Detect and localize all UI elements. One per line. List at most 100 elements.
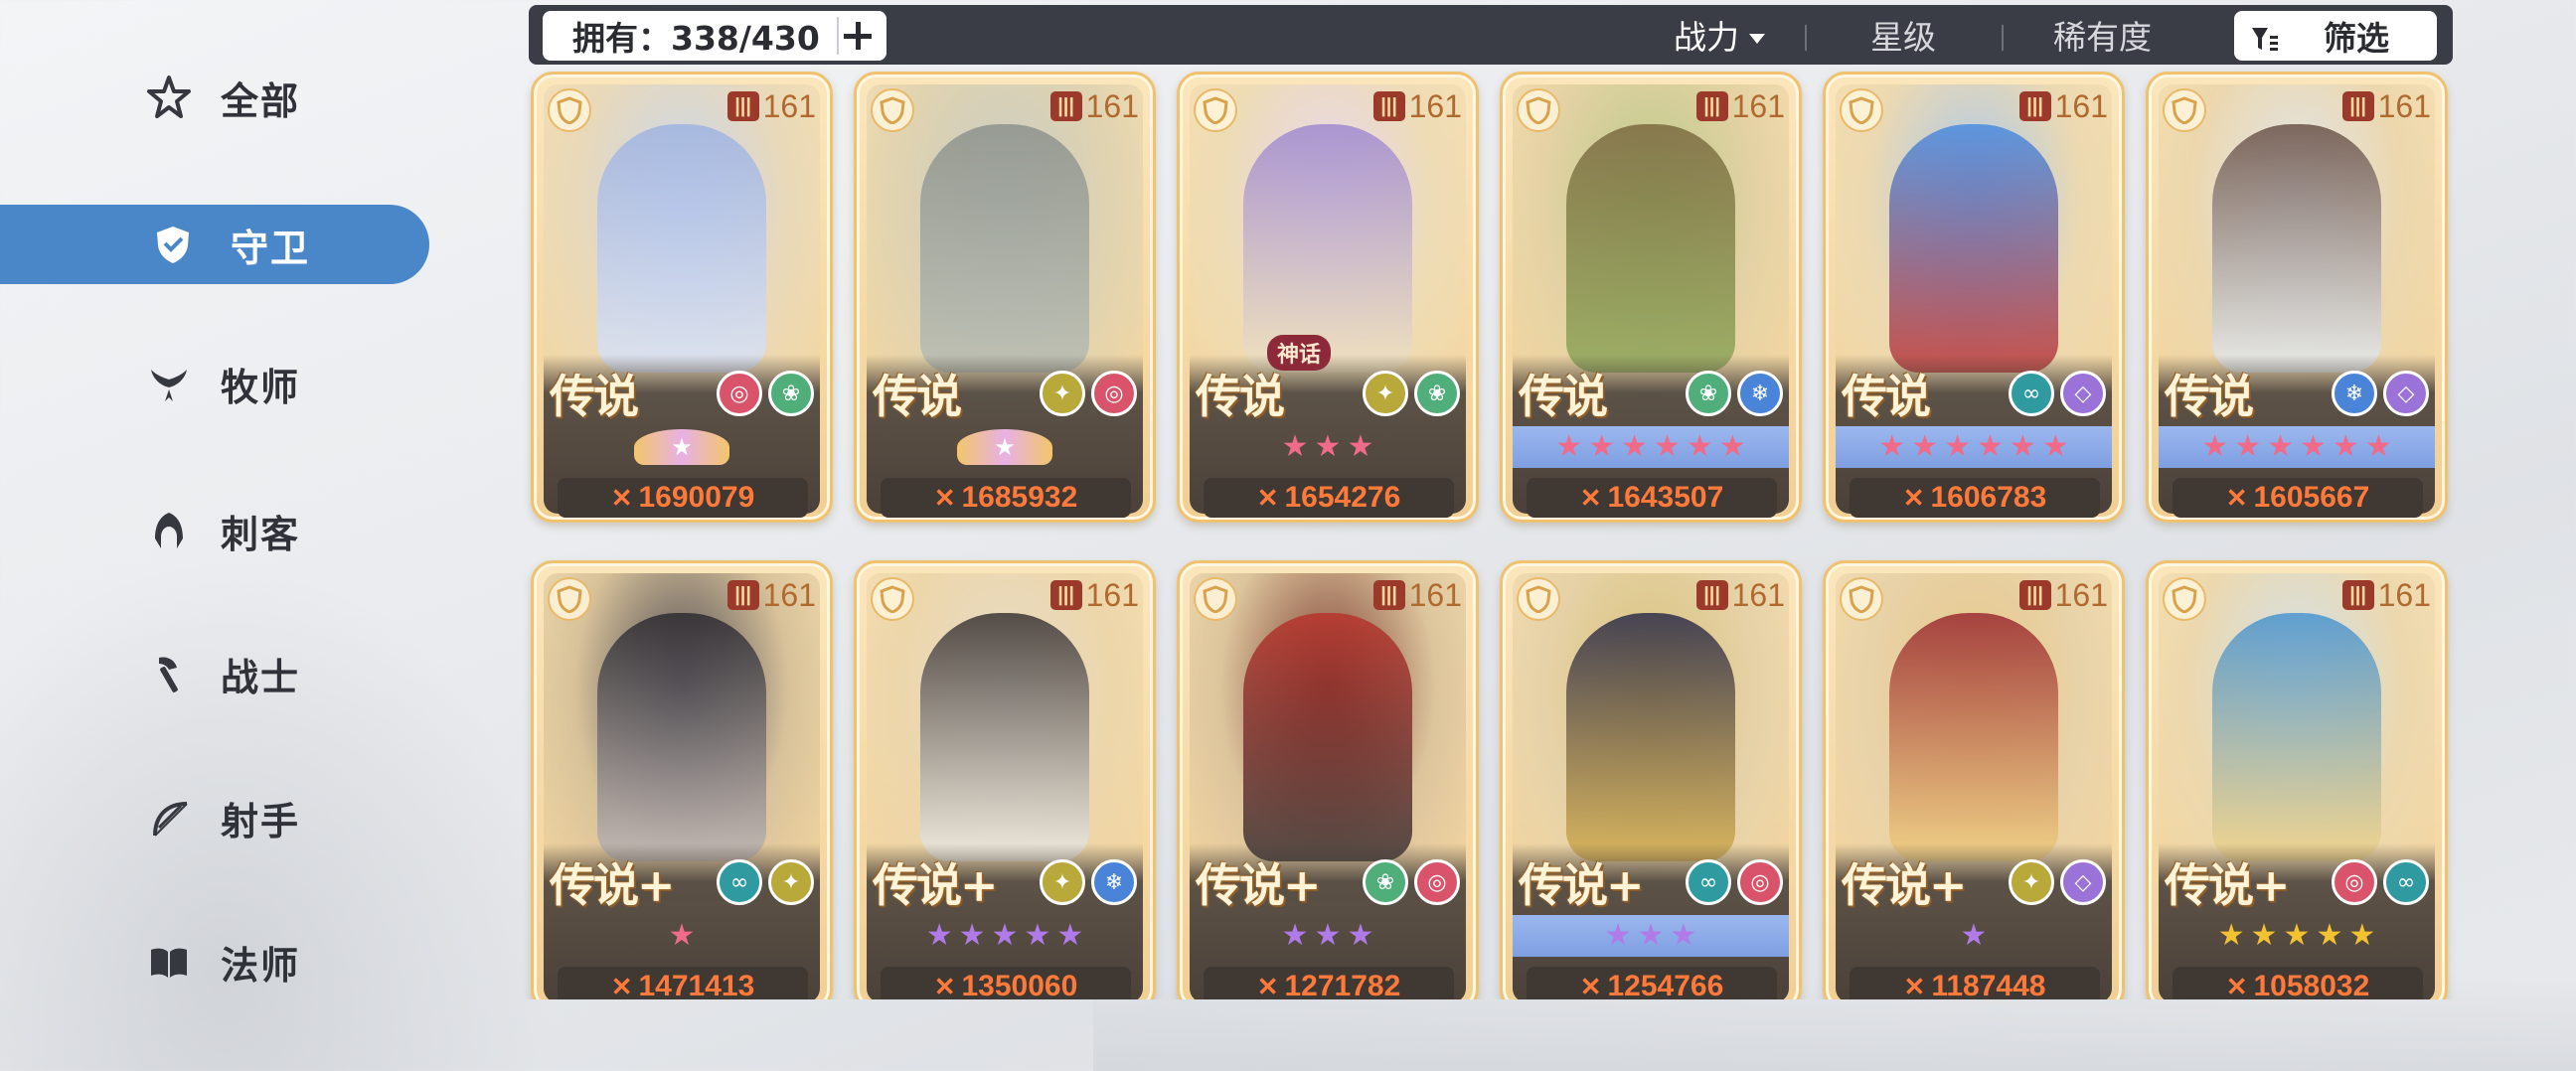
hero-card[interactable]: ||| 161 传说+ ∞ ◎ ★ ★ ★ ✕ 1254766 xyxy=(1500,560,1802,999)
sidebar-item-label: 牧师 xyxy=(221,365,301,409)
crossed-swords-icon: ✕ xyxy=(933,971,956,1000)
crossed-swords-icon: ✕ xyxy=(1903,971,1926,1000)
hero-card[interactable]: ||| 161 传说+ ◎ ∞ ★ ★ ★ ★ ★ ✕ 1058032 xyxy=(2146,560,2448,999)
hero-card[interactable]: ||| 161 神话 传说 ✦ ❀ ★ ★ ★ ✕ 1654276 xyxy=(1177,72,1479,523)
hero-level: ||| 161 xyxy=(2018,84,2108,128)
crossed-swords-icon: ✕ xyxy=(2225,482,2248,513)
power-value: 1271782 xyxy=(1284,970,1401,999)
sidebar-item-warrior[interactable]: 战士 xyxy=(0,634,429,713)
star-rating: ★ ★ ★ xyxy=(1513,915,1789,957)
hero-figure xyxy=(920,124,1089,373)
star-rating: ★ xyxy=(867,426,1143,468)
sidebar-item-all[interactable]: 全部 xyxy=(0,58,429,137)
power-rating: ✕ 1605667 xyxy=(2173,478,2423,518)
star-icon: ★ xyxy=(2300,429,2327,464)
lotus-element-icon: ❀ xyxy=(1363,859,1408,905)
book-icon xyxy=(145,938,193,986)
element-icons: ✦ ◎ xyxy=(1040,371,1137,416)
star-icon: ★ xyxy=(991,918,1019,953)
hero-grid: ||| 161 传说 ◎ ❀ ★ ✕ 1690079 ||| 161 传说 ✦ ◎ ★ ✕ 1685932 ||… xyxy=(517,0,2485,999)
star-icon: ★ xyxy=(668,918,696,953)
frost-element-icon: ❄ xyxy=(1737,371,1783,416)
hero-level: ||| 161 xyxy=(1695,84,1785,128)
power-rating: ✕ 1654276 xyxy=(1204,478,1454,518)
crossed-swords-icon: ✕ xyxy=(610,482,633,513)
star-icon: ★ xyxy=(2332,429,2359,464)
hero-card[interactable]: ||| 161 传说 ∞ ◇ ★ ★ ★ ★ ★ ★ ✕ 1606783 xyxy=(1823,72,2125,523)
hero-card[interactable]: ||| 161 传说 ❄ ◇ ★ ★ ★ ★ ★ ★ ✕ 1605667 xyxy=(2146,72,2448,523)
rarity-label: 传说 xyxy=(873,370,962,423)
star-rating: ★ ★ ★ ★ ★ ★ xyxy=(1513,426,1789,468)
star-icon: ★ xyxy=(2267,429,2294,464)
sidebar-item-label: 射手 xyxy=(221,799,301,843)
hero-level: ||| 161 xyxy=(1049,573,1139,617)
hero-figure xyxy=(1889,613,2058,861)
star-icon: ★ xyxy=(2364,429,2392,464)
hero-card[interactable]: ||| 161 传说+ ✦ ◇ ★ ✕ 1187448 xyxy=(1823,560,2125,999)
shield-icon xyxy=(2163,577,2206,621)
frost-element-icon: ❄ xyxy=(2332,371,2377,416)
wings-element-icon: ✦ xyxy=(1363,371,1408,416)
wind-element-icon: ∞ xyxy=(2383,859,2429,905)
hero-level: ||| 161 xyxy=(1372,573,1462,617)
star-icon: ★ xyxy=(1718,429,1746,464)
crossed-swords-icon: ✕ xyxy=(1256,482,1279,513)
hero-card[interactable]: ||| 161 传说+ ∞ ✦ ★ ✕ 1471413 xyxy=(531,560,833,999)
hero-card[interactable]: ||| 161 传说 ❀ ❄ ★ ★ ★ ★ ★ ★ ✕ 1643507 xyxy=(1500,72,1802,523)
wings-element-icon: ✦ xyxy=(1040,859,1085,905)
shield-icon xyxy=(1194,88,1237,132)
sidebar-item-archer[interactable]: 射手 xyxy=(0,778,429,857)
level-badge-icon: ||| xyxy=(1372,91,1405,121)
element-icons: ❀ ◎ xyxy=(1363,859,1460,905)
star-icon: ★ xyxy=(1686,429,1713,464)
level-value: 161 xyxy=(2377,87,2431,124)
level-badge-icon: ||| xyxy=(1049,91,1082,121)
level-value: 161 xyxy=(2054,576,2108,613)
lotus-element-icon: ❀ xyxy=(1686,371,1731,416)
shield-icon xyxy=(1194,577,1237,621)
element-icons: ✦ ◇ xyxy=(2009,859,2106,905)
level-value: 161 xyxy=(1731,87,1785,124)
star-outline-icon xyxy=(145,74,193,121)
class-sidebar: 全部 守卫 牧师 刺客 战士 射手 法师 xyxy=(0,0,437,1071)
element-icons: ∞ ✦ xyxy=(717,859,814,905)
sidebar-item-mage[interactable]: 法师 xyxy=(0,922,429,1001)
hero-card[interactable]: ||| 161 传说 ◎ ❀ ★ ✕ 1690079 xyxy=(531,72,833,523)
rarity-label: 传说+ xyxy=(1519,858,1645,912)
star-rating: ★ ★ ★ ★ ★ xyxy=(867,915,1143,957)
star-icon: ★ xyxy=(1347,429,1374,464)
bow-icon xyxy=(145,794,193,842)
star-icon: ★ xyxy=(1637,918,1665,953)
hero-card[interactable]: ||| 161 传说+ ✦ ❄ ★ ★ ★ ★ ★ ✕ 1350060 xyxy=(854,560,1156,999)
spiral-element-icon: ◎ xyxy=(2332,859,2377,905)
spiral-element-icon: ◎ xyxy=(1091,371,1137,416)
star-icon: ★ xyxy=(925,918,953,953)
level-badge-icon: ||| xyxy=(2018,580,2051,610)
power-rating: ✕ 1254766 xyxy=(1527,967,1777,999)
star-rating: ★ xyxy=(544,426,820,468)
hero-level: ||| 161 xyxy=(1372,84,1462,128)
hero-figure xyxy=(1243,613,1412,861)
star-icon: ★ xyxy=(1944,429,1971,464)
power-value: 1606783 xyxy=(1930,481,2047,514)
star-icon: ★ xyxy=(1314,918,1342,953)
hero-card[interactable]: ||| 161 传说+ ❀ ◎ ★ ★ ★ ✕ 1271782 xyxy=(1177,560,1479,999)
sidebar-item-priest[interactable]: 牧师 xyxy=(0,344,429,423)
rarity-label: 传说 xyxy=(1842,370,1931,423)
hero-figure xyxy=(2212,124,2381,373)
frost-element-icon: ❄ xyxy=(1091,859,1137,905)
star-rating: ★ ★ ★ xyxy=(1190,426,1466,468)
hero-card[interactable]: ||| 161 传说 ✦ ◎ ★ ✕ 1685932 xyxy=(854,72,1156,523)
star-rating: ★ ★ ★ ★ ★ ★ xyxy=(1836,426,2112,468)
sidebar-item-assassin[interactable]: 刺客 xyxy=(0,491,429,570)
star-icon: ★ xyxy=(2316,918,2343,953)
level-badge-icon: ||| xyxy=(1049,580,1082,610)
star-icon: ★ xyxy=(1588,429,1616,464)
power-value: 1654276 xyxy=(1284,481,1401,514)
shield-icon xyxy=(871,88,914,132)
star-icon: ★ xyxy=(2234,429,2262,464)
crown-star-icon: ★ xyxy=(957,429,1052,465)
sidebar-item-guard[interactable]: 守卫 xyxy=(0,205,429,284)
power-rating: ✕ 1187448 xyxy=(1850,967,2100,999)
element-icons: ❄ ◇ xyxy=(2332,371,2429,416)
